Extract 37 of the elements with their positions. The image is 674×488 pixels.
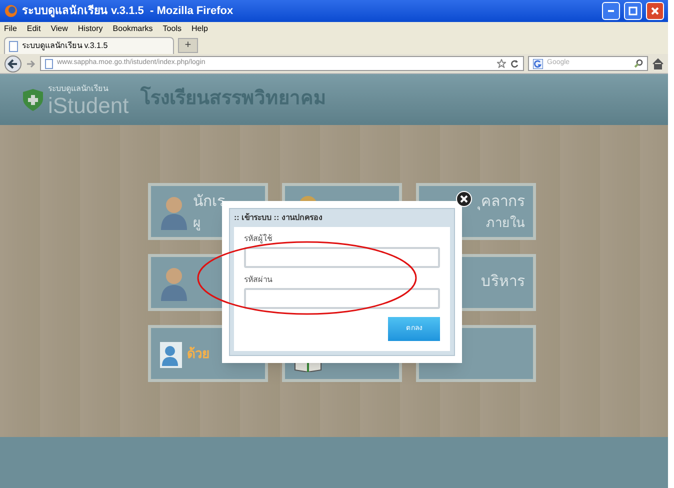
tile-label: บริหาร	[481, 272, 525, 292]
shield-icon	[22, 88, 44, 112]
close-icon	[650, 6, 660, 16]
tile-label: ด้วย	[187, 344, 210, 363]
menu-item[interactable]: Bookmarks	[112, 23, 153, 35]
input-field[interactable]	[244, 247, 440, 268]
menu-item[interactable]: Help	[191, 23, 208, 35]
field-label: รหัสผ่าน	[244, 274, 274, 286]
search-engine-icon	[533, 58, 543, 68]
firefox-icon	[4, 4, 18, 18]
menu-item[interactable]: View	[50, 23, 68, 35]
menu-item[interactable]: File	[4, 23, 17, 35]
search-icon[interactable]	[634, 59, 643, 68]
close-button[interactable]	[646, 2, 664, 20]
logo-text: iStudent	[48, 94, 129, 116]
star-icon[interactable]	[497, 59, 506, 68]
new-tab-button[interactable]: +	[178, 38, 198, 53]
maximize-button[interactable]	[624, 2, 642, 20]
page-icon	[9, 40, 18, 52]
tile-label: ผู	[193, 214, 202, 232]
input-field[interactable]	[244, 288, 440, 309]
minimize-button[interactable]	[602, 2, 620, 20]
menu-item[interactable]: Edit	[26, 23, 41, 35]
page-icon	[45, 58, 53, 68]
reload-icon[interactable]	[510, 59, 519, 68]
menu-item[interactable]: Tools	[162, 23, 182, 35]
tile-label: ภายใน	[486, 214, 525, 232]
close-icon[interactable]	[456, 191, 472, 207]
maximize-icon	[628, 6, 638, 16]
back-icon[interactable]	[4, 54, 22, 72]
browser-tab[interactable]: ระบบดูแลนักเรียน v.3.1.5	[4, 37, 174, 54]
logo-caption: ระบบดูแลนักเรียน	[48, 82, 110, 94]
menu-item[interactable]: History	[78, 23, 103, 35]
minimize-icon	[608, 10, 614, 12]
home-icon[interactable]	[652, 58, 664, 70]
forward-icon[interactable]	[26, 58, 36, 68]
window-title: ระบบดูแลนักเรียน v.3.1.5 - Mozilla Firefox	[22, 4, 234, 20]
